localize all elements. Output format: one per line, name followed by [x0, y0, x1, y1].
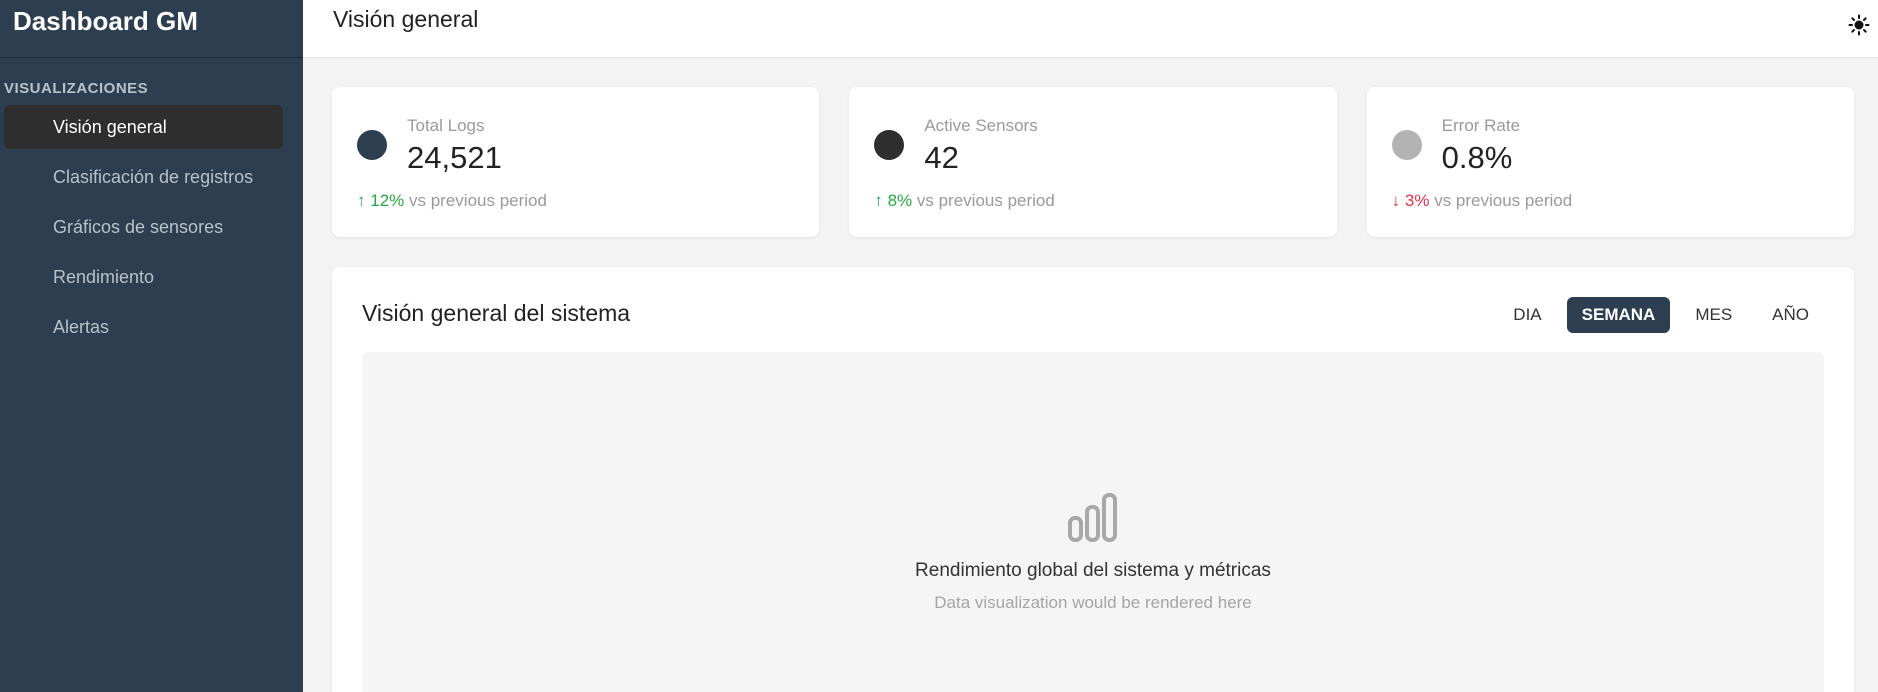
panel-title: Visión general del sistema	[362, 300, 631, 326]
chart-placeholder-title: Rendimiento global del sistema y métrica…	[915, 560, 1271, 581]
stat-indicator-dot	[1391, 130, 1422, 160]
sidebar-item-vision-general[interactable]: Visión general	[4, 105, 283, 149]
stat-value: 0.8%	[1441, 140, 1513, 175]
stat-trend: ↓ 3% vs previous period	[1392, 191, 1573, 211]
sidebar-section-label: VISUALIZACIONES	[4, 80, 149, 97]
content: Total Logs 24,521 ↑ 12% vs previous peri…	[303, 58, 1878, 692]
sidebar-item-graficos-sensores[interactable]: Gráficos de sensores	[4, 205, 283, 249]
chart-placeholder-area: Rendimiento global del sistema y métrica…	[362, 352, 1824, 692]
sun-icon	[1848, 14, 1870, 36]
brand-title: Dashboard GM	[0, 0, 303, 58]
stat-label: Error Rate	[1441, 116, 1521, 135]
period-tabs: DIA SEMANA MES AÑO	[1498, 297, 1824, 333]
sidebar-item-label: Visión general	[53, 117, 167, 137]
stat-label: Active Sensors	[924, 116, 1038, 135]
stat-label: Total Logs	[407, 116, 485, 135]
sidebar-item-rendimiento[interactable]: Rendimiento	[4, 255, 283, 299]
sidebar-item-label: Rendimiento	[53, 267, 155, 287]
trend-text: vs previous period	[1434, 191, 1573, 210]
tab-ano[interactable]: AÑO	[1757, 297, 1824, 333]
bar-chart-icon	[1067, 492, 1119, 549]
sidebar-nav: Visión general Clasificación de registro…	[0, 105, 303, 349]
stats-row: Total Logs 24,521 ↑ 12% vs previous peri…	[332, 87, 1854, 237]
stat-trend: ↑ 12% vs previous period	[357, 191, 547, 211]
trend-arrow-up-icon: ↑	[874, 191, 883, 210]
sidebar-item-label: Clasificación de registros	[53, 167, 254, 187]
page-title: Visión general	[333, 6, 479, 32]
stat-card-active-sensors: Active Sensors 42 ↑ 8% vs previous perio…	[849, 87, 1337, 237]
sidebar-item-clasificacion-registros[interactable]: Clasificación de registros	[4, 155, 283, 199]
chart-placeholder-subtitle: Data visualization would be rendered her…	[934, 593, 1252, 612]
stat-indicator-dot	[357, 130, 387, 160]
stat-value: 24,521	[407, 140, 502, 175]
system-overview-panel: Visión general del sistema DIA SEMANA ME…	[332, 267, 1854, 692]
sidebar-item-label: Alertas	[53, 317, 110, 337]
app-root: Dashboard GM VISUALIZACIONES Visión gene…	[0, 0, 1878, 692]
main-area: Visión general Total Logs 24,521 ↑ 12% v…	[303, 0, 1878, 692]
theme-toggle-button[interactable]	[1846, 12, 1872, 38]
header: Visión general	[303, 0, 1878, 58]
tab-dia[interactable]: DIA	[1498, 297, 1556, 333]
sidebar-item-label: Gráficos de sensores	[53, 217, 224, 237]
trend-value: 8%	[887, 191, 913, 210]
stat-trend: ↑ 8% vs previous period	[874, 191, 1055, 211]
trend-arrow-down-icon: ↓	[1391, 191, 1401, 210]
stat-card-total-logs: Total Logs 24,521 ↑ 12% vs previous peri…	[332, 87, 820, 237]
tab-semana[interactable]: SEMANA	[1566, 297, 1671, 333]
stat-value: 42	[924, 140, 959, 175]
trend-value: 3%	[1404, 191, 1430, 210]
trend-value: 12%	[370, 191, 405, 210]
sidebar: Dashboard GM VISUALIZACIONES Visión gene…	[0, 0, 303, 692]
trend-arrow-up-icon: ↑	[357, 191, 366, 210]
trend-text: vs previous period	[409, 191, 547, 210]
stat-card-error-rate: Error Rate 0.8% ↓ 3% vs previous period	[1366, 87, 1854, 237]
stat-indicator-dot	[874, 130, 905, 160]
trend-text: vs previous period	[916, 191, 1055, 210]
sidebar-item-alertas[interactable]: Alertas	[4, 305, 283, 349]
tab-mes[interactable]: MES	[1680, 297, 1747, 333]
